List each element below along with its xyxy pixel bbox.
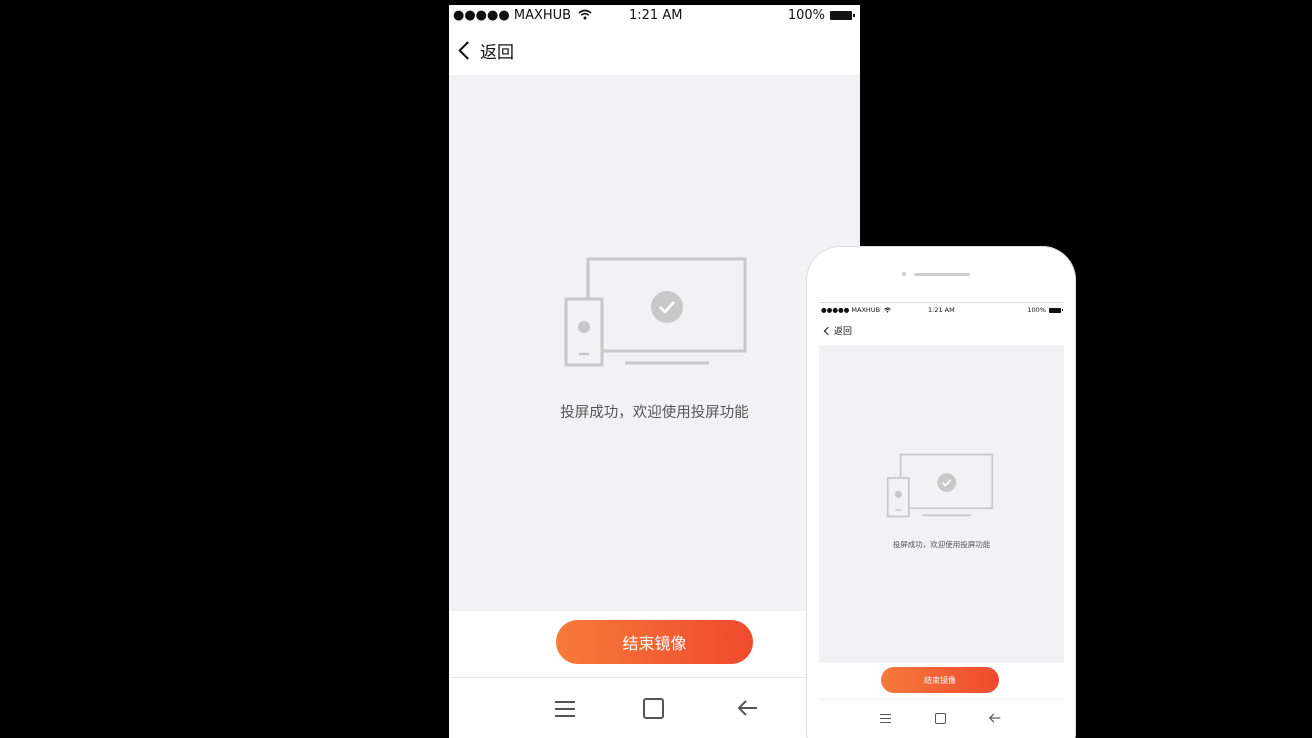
back-button[interactable]: 返回: [457, 38, 514, 63]
mockup-end-mirroring-button[interactable]: 结束镜像: [881, 667, 999, 693]
speaker-grille: [914, 273, 970, 276]
mockup-screen: ●●●●● MAXHUB 1:21 AM 100% 返回 投屏成功，欢迎使用投屏…: [819, 302, 1064, 738]
screen-mirroring-success-illustration: [886, 453, 994, 518]
status-time: 1:21 AM: [629, 8, 683, 23]
back-label: 返回: [480, 43, 514, 63]
main-phone-screen: ●●●●● MAXHUB 1:21 AM 100% 返回 投屏成功，欢迎使用投屏…: [449, 5, 860, 738]
home-icon[interactable]: [643, 698, 664, 719]
camera-sensor: [902, 272, 906, 276]
wifi-icon: [578, 9, 592, 20]
arrow-left-icon[interactable]: [988, 711, 1002, 725]
mockup-success-message: 投屏成功，欢迎使用投屏功能: [892, 540, 991, 549]
mockup-status-time: 1:21 AM: [928, 306, 955, 314]
mockup-android-nav-bar: [819, 699, 1064, 738]
success-message: 投屏成功，欢迎使用投屏功能: [560, 405, 749, 421]
mockup-status-bar: ●●●●● MAXHUB 1:21 AM 100%: [819, 303, 1064, 315]
carrier-group: ●●●●● MAXHUB: [453, 8, 592, 23]
status-bar: ●●●●● MAXHUB 1:21 AM 100%: [449, 5, 860, 29]
menu-icon[interactable]: [553, 696, 577, 720]
button-area: 结束镜像: [449, 611, 860, 678]
phone-mockup: ●●●●● MAXHUB 1:21 AM 100% 返回 投屏成功，欢迎使用投屏…: [806, 246, 1076, 738]
carrier-label: ●●●●● MAXHUB: [453, 8, 572, 23]
chevron-left-icon: [458, 41, 477, 60]
menu-icon[interactable]: [879, 711, 893, 725]
stage: ●●●●● MAXHUB 1:21 AM 100% 返回 投屏成功，欢迎使用投屏…: [0, 0, 1312, 738]
home-icon[interactable]: [935, 713, 946, 724]
mockup-carrier-group: ●●●●● MAXHUB: [821, 306, 891, 314]
mockup-content-area: 投屏成功，欢迎使用投屏功能: [819, 345, 1064, 663]
battery-group: 100%: [787, 8, 855, 23]
arrow-left-icon[interactable]: [736, 696, 760, 720]
nav-bar: 返回: [449, 35, 860, 69]
mockup-carrier-label: ●●●●● MAXHUB: [821, 306, 881, 314]
chevron-left-icon: [823, 326, 833, 335]
mockup-button-area: 结束镜像: [819, 663, 1064, 697]
android-nav-bar: [449, 678, 860, 738]
battery-icon: [830, 11, 855, 20]
screen-mirroring-success-illustration: [564, 257, 747, 367]
mockup-battery-percent: 100%: [1027, 306, 1046, 314]
battery-percent: 100%: [787, 8, 825, 23]
battery-icon: [1049, 307, 1063, 313]
end-mirroring-button[interactable]: 结束镜像: [556, 620, 753, 664]
mockup-back-label: 返回: [834, 327, 853, 337]
content-area: 投屏成功，欢迎使用投屏功能: [449, 75, 860, 611]
wifi-icon: [884, 307, 891, 313]
mockup-battery-group: 100%: [1027, 306, 1063, 314]
mockup-back-button[interactable]: 返回: [823, 324, 852, 337]
